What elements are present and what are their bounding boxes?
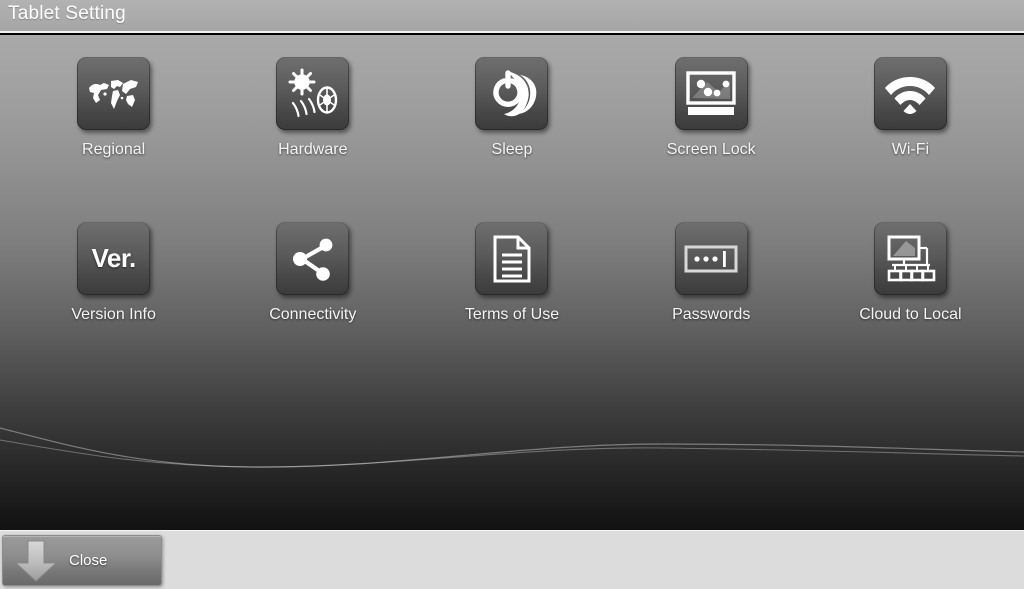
settings-item-label: Regional bbox=[82, 141, 146, 158]
tile-background: Ver. bbox=[77, 222, 151, 295]
settings-item-passwords[interactable]: Passwords bbox=[612, 222, 811, 387]
version-text-icon: Ver. bbox=[91, 243, 136, 273]
tile-background bbox=[276, 222, 350, 295]
tablet-setting-screen: Tablet Setting Regional Hardware Sleep S… bbox=[0, 0, 1024, 589]
settings-item-label: Terms of Use bbox=[464, 306, 560, 323]
settings-item-label: Cloud to Local bbox=[859, 306, 962, 323]
tile-background bbox=[276, 57, 350, 130]
page-title: Tablet Setting bbox=[8, 3, 126, 24]
brightness-sun-and-speaker-icon bbox=[288, 68, 337, 117]
screen-pattern-lock-icon bbox=[686, 70, 736, 115]
down-arrow-icon bbox=[3, 539, 69, 583]
server-to-clients-network-icon bbox=[887, 235, 936, 281]
settings-item-cloud-to-local[interactable]: Cloud to Local bbox=[811, 222, 1010, 387]
settings-item-label: Wi-Fi bbox=[891, 141, 930, 158]
settings-item-regional[interactable]: Regional bbox=[14, 57, 213, 222]
settings-item-connectivity[interactable]: Connectivity bbox=[213, 222, 412, 387]
settings-item-label: Passwords bbox=[672, 306, 751, 323]
close-button[interactable]: Close bbox=[2, 535, 162, 586]
wifi-signal-icon bbox=[885, 76, 936, 114]
world-map-icon bbox=[88, 79, 138, 109]
settings-item-terms-of-use[interactable]: Terms of Use bbox=[412, 222, 611, 387]
tile-background bbox=[77, 57, 151, 130]
window-titlebar: Tablet Setting bbox=[0, 0, 1024, 33]
settings-desktop: Regional Hardware Sleep Screen Lock Wi-F… bbox=[0, 35, 1024, 530]
settings-icon-grid: Regional Hardware Sleep Screen Lock Wi-F… bbox=[0, 35, 1024, 387]
power-crescent-moon-icon bbox=[493, 69, 537, 116]
settings-item-hardware[interactable]: Hardware bbox=[213, 57, 412, 222]
tile-background bbox=[674, 222, 748, 295]
speaker-shape bbox=[316, 85, 337, 114]
settings-item-label: Hardware bbox=[278, 141, 348, 158]
settings-item-label: Connectivity bbox=[269, 306, 357, 323]
tile-background bbox=[475, 222, 549, 295]
document-lines-icon bbox=[493, 235, 531, 282]
settings-item-screen-lock[interactable]: Screen Lock bbox=[612, 57, 811, 222]
settings-item-label: Screen Lock bbox=[666, 141, 756, 158]
password-field-dots-icon bbox=[684, 245, 738, 272]
settings-item-label: Version Info bbox=[71, 306, 156, 323]
settings-item-version-info[interactable]: Ver. Version Info bbox=[14, 222, 213, 387]
settings-item-sleep[interactable]: Sleep bbox=[412, 57, 611, 222]
share-nodes-icon bbox=[292, 238, 333, 281]
settings-item-label: Sleep bbox=[491, 141, 533, 158]
decorative-swoosh-lines bbox=[0, 427, 1024, 468]
settings-item-wifi[interactable]: Wi-Fi bbox=[811, 57, 1010, 222]
taskbar: Close bbox=[0, 530, 1024, 589]
tile-background bbox=[674, 57, 748, 130]
tile-background bbox=[873, 57, 947, 130]
tile-background bbox=[475, 57, 549, 130]
tile-background bbox=[873, 222, 947, 295]
close-button-label: Close bbox=[69, 552, 108, 569]
